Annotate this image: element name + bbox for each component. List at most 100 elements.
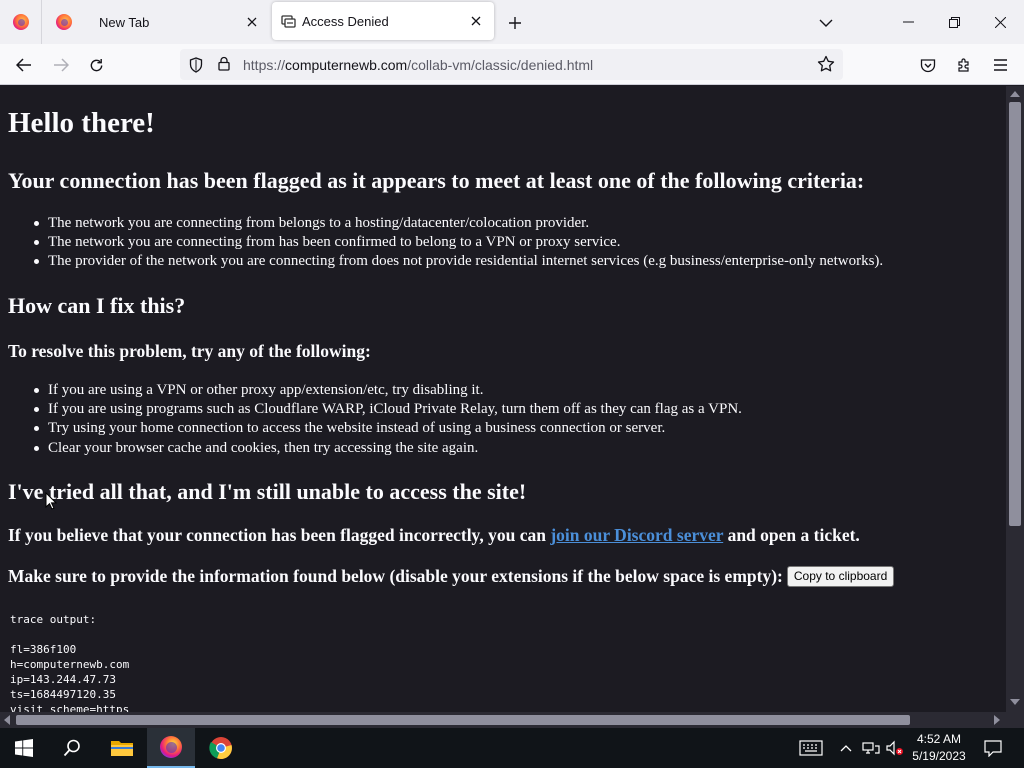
discord-suffix-text: and open a ticket. [723,525,860,545]
network-status-button[interactable] [860,728,882,768]
list-item: The provider of the network you are conn… [0,252,883,271]
action-center-button[interactable] [978,728,1008,768]
arrow-left-icon [16,58,31,72]
firefox-view-button[interactable] [0,0,42,44]
app-menu-button[interactable] [987,52,1013,78]
pocket-button[interactable] [915,52,941,78]
url-prefix: https:// [243,57,286,73]
url-host: computernewb.com [285,57,408,73]
list-item: If you are using a VPN or other proxy ap… [0,381,742,400]
hamburger-menu-icon [993,59,1007,71]
trace-output: trace output:​fl=386f100h=computernewb.c… [10,612,129,712]
file-explorer-button[interactable] [98,728,146,768]
extensions-button[interactable] [951,52,977,78]
chrome-icon [209,737,232,760]
reload-button[interactable] [83,52,109,78]
volume-muted-icon [886,740,903,756]
trace-line: ip=143.244.47.73 [10,673,116,686]
page-title: Hello there! [8,107,155,139]
chrome-taskbar-button[interactable] [197,728,245,768]
scroll-up-arrow-icon[interactable] [1010,91,1020,97]
chevron-up-icon [840,745,852,752]
plus-icon [509,17,521,29]
vertical-scrollbar[interactable] [1006,86,1024,728]
search-icon [63,739,80,757]
tab-title: New Tab [99,15,150,30]
discord-link[interactable]: join our Discord server [550,525,723,545]
forward-button [48,52,74,78]
windows-logo-icon [15,739,33,757]
show-hidden-icons-button[interactable] [836,728,856,768]
trace-title: trace output: [10,613,97,626]
copy-to-clipboard-button[interactable]: Copy to clipboard [786,566,895,587]
close-tab-icon[interactable] [243,13,261,31]
collabvm-favicon-icon [281,15,296,28]
tab-access-denied[interactable]: Access Denied [272,2,494,40]
flagged-heading: Your connection has been flagged as it a… [8,168,865,193]
horizontal-scrollbar[interactable] [0,712,1006,728]
clock-date: 5/19/2023 [912,749,966,763]
notification-icon [984,739,1002,757]
firefox-icon [160,736,182,758]
tab-strip: New Tab Access Denied [0,0,1024,44]
scrollbar-corner [1006,712,1024,728]
minimize-button[interactable] [885,0,931,44]
bookmark-star-icon[interactable] [817,55,835,73]
start-button[interactable] [0,728,48,768]
close-tab-icon[interactable] [467,12,485,30]
trace-line: ts=1684497120.35 [10,688,116,701]
scroll-left-arrow-icon[interactable] [4,715,10,725]
clock-time: 4:52 AM [916,732,962,746]
reload-icon [90,58,102,71]
network-icon [862,742,880,754]
trace-line: fl=386f100 [10,643,77,656]
close-icon [994,16,1006,28]
scroll-down-arrow-icon[interactable] [1010,699,1020,705]
navigation-toolbar: https://computernewb.com/collab-vm/class… [0,44,1024,85]
list-item: Try using your home connection to access… [0,419,742,438]
pocket-icon [920,58,936,72]
tab-title: Access Denied [302,14,389,29]
trace-line: visit_scheme=https [10,703,130,712]
restore-button[interactable] [931,0,977,44]
mouse-pointer-icon [45,492,57,510]
list-item: The network you are connecting from has … [0,233,883,252]
arrow-right-icon [54,58,69,72]
list-item: The network you are connecting from belo… [0,214,883,233]
resolve-heading: To resolve this problem, try any of the … [8,341,371,361]
url-text[interactable]: https://computernewb.com/collab-vm/class… [243,57,593,73]
tracking-protection-shield-icon[interactable] [189,57,203,73]
chevron-down-icon [819,19,833,27]
volume-button[interactable] [884,728,906,768]
discord-prefix-text: If you believe that your connection has … [8,525,551,545]
firefox-icon [56,14,72,30]
taskbar-clock[interactable]: 4:52 AM 5/19/2023 [905,731,973,765]
page-viewport: Hello there! Your connection has been fl… [0,86,1024,728]
fix-heading: How can I fix this? [8,293,186,318]
list-item: Clear your browser cache and cookies, th… [0,439,742,458]
trace-line: h=computernewb.com [10,658,130,671]
list-item: If you are using programs such as Cloudf… [0,400,742,419]
back-button[interactable] [11,52,37,78]
close-window-button[interactable] [977,0,1023,44]
horizontal-scrollbar-thumb[interactable] [16,715,910,725]
puzzle-piece-icon [958,58,969,72]
info-text: Make sure to provide the information fou… [8,566,783,586]
minimize-icon [902,21,914,23]
page-content: Hello there! Your connection has been fl… [0,86,1006,712]
search-button[interactable] [48,728,96,768]
discord-paragraph: If you believe that your connection has … [8,525,860,546]
keyboard-layout-button[interactable] [796,728,826,768]
firefox-taskbar-button[interactable] [147,728,195,768]
tab-new-tab[interactable]: New Tab [43,0,271,44]
vertical-scrollbar-thumb[interactable] [1009,102,1021,526]
scroll-right-arrow-icon[interactable] [994,715,1000,725]
fixes-list: If you are using a VPN or other proxy ap… [0,381,742,458]
still-unable-heading: I've tried all that, and I'm still unabl… [8,479,527,504]
keyboard-icon [799,740,823,756]
url-bar[interactable]: https://computernewb.com/collab-vm/class… [180,49,843,80]
firefox-icon [12,14,29,30]
list-all-tabs-button[interactable] [815,12,837,34]
new-tab-button[interactable] [504,12,526,34]
lock-icon[interactable] [218,56,230,71]
